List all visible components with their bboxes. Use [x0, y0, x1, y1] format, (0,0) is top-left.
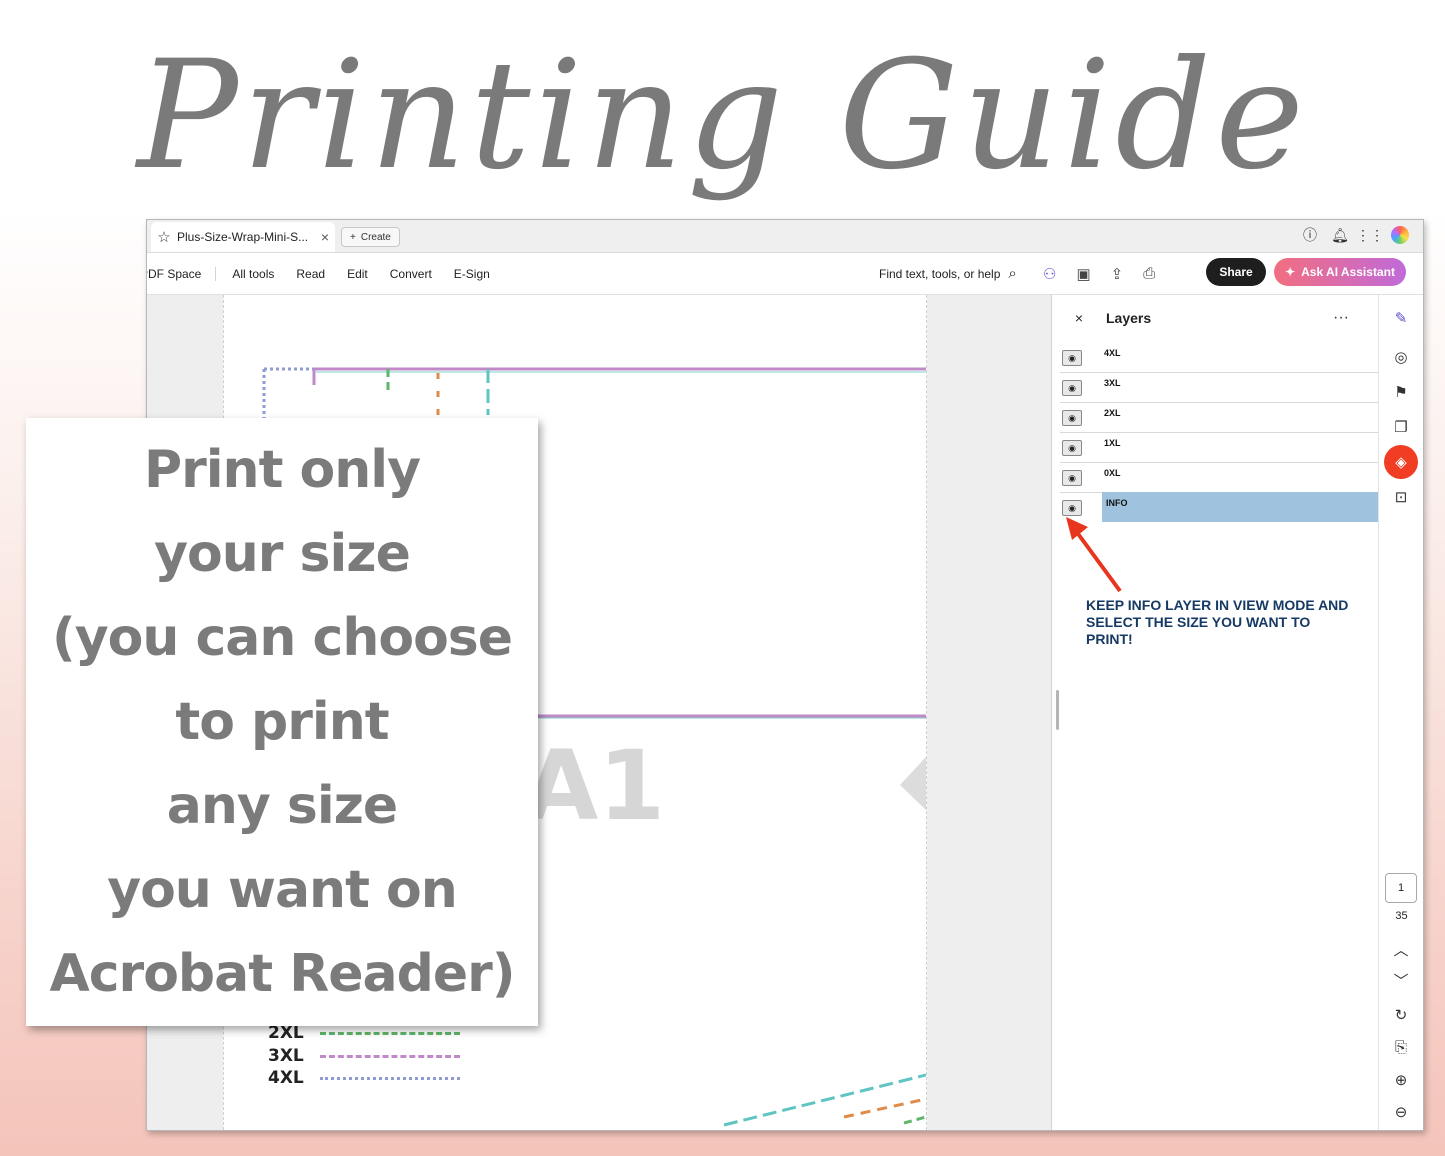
acrobat-toolbar: PDF Space All tools Read Edit Convert E-… [147, 253, 1423, 295]
top-right-icons: ⓘ 🔔︎ ⋮⋮ [1301, 226, 1409, 244]
size-legend-label: 4XL [268, 1068, 304, 1088]
lock-icon[interactable]: ⊡ [1390, 486, 1412, 508]
share-button[interactable]: Share [1206, 258, 1266, 286]
plus-icon: + [350, 231, 356, 243]
compare-icon[interactable]: ⚇ [1043, 265, 1056, 283]
ask-ai-assistant-button[interactable]: ✦ Ask AI Assistant [1274, 258, 1406, 286]
create-button[interactable]: + Create [341, 227, 400, 247]
size-legend-line [319, 1076, 460, 1080]
ask-ai-label: Ask AI Assistant [1301, 265, 1395, 279]
zoom-out-icon[interactable]: ⊖ [1390, 1101, 1412, 1123]
help-icon[interactable]: ⓘ [1301, 226, 1319, 244]
print-instruction-callout: Print only your size (you can choose to … [26, 418, 538, 1026]
create-label: Create [360, 231, 391, 243]
close-tab-icon[interactable]: × [315, 229, 335, 245]
panel-resize-handle[interactable] [1056, 690, 1059, 730]
bell-icon[interactable]: 🔔︎ [1331, 226, 1349, 244]
menu-e-sign[interactable]: E-Sign [454, 267, 490, 281]
size-legend-line [319, 1054, 460, 1058]
pdf-space-link[interactable]: PDF Space [147, 266, 217, 281]
browser-tab-bar: ☆ Plus-Size-Wrap-Mini-S... × + Create ⓘ … [147, 220, 1423, 253]
right-tool-rail: ✎ ◎ ⚑ ❐ ◈ ⊡ 1 35 ︿ ﹀ ↻ ⎘ ⊕ ⊖ [1378, 295, 1423, 1130]
star-icon[interactable]: ☆ [151, 228, 177, 246]
bookmark-icon[interactable]: ⚑ [1390, 381, 1412, 403]
size-legend-label: 3XL [268, 1046, 304, 1066]
info-layer-note: KEEP INFO LAYER IN VIEW MODE AND SELECT … [1086, 597, 1349, 647]
printing-guide-headline: Printing Guide [137, 29, 1308, 203]
size-legend-row: 3XL [268, 1046, 460, 1066]
menu-read[interactable]: Read [296, 267, 325, 281]
rotate-icon[interactable]: ↻ [1390, 1004, 1412, 1026]
size-legend-row: 4XL [268, 1068, 460, 1088]
ai-summary-icon[interactable]: ✎ [1390, 307, 1412, 329]
upload-cloud-icon[interactable]: ⇪ [1111, 265, 1124, 283]
red-arrow-icon [1066, 517, 1122, 593]
comment-icon[interactable]: ◎ [1390, 346, 1412, 368]
current-page-input[interactable]: 1 [1385, 873, 1417, 903]
pattern-piece-label: A1 [524, 730, 666, 842]
chevron-up-icon[interactable]: ︿ [1390, 938, 1412, 960]
pages-icon[interactable]: ❐ [1390, 416, 1412, 438]
search-icon[interactable]: ⌕ [1008, 265, 1016, 282]
menu-all-tools[interactable]: All tools [232, 267, 274, 281]
layers-icon[interactable]: ◈ [1384, 445, 1418, 479]
layers-panel: × Layers ··· ◉ 4XL ◉ 3XL ◉ 2XL ◉ 1XL ◉ 0… [1051, 295, 1379, 1130]
find-bar[interactable]: Find text, tools, or help ⌕ [879, 253, 1017, 294]
size-legend-line [319, 1031, 460, 1035]
toolbar-icons: ⚇ ▣ ⇪ ⎙ [1043, 253, 1155, 294]
callout-text: Print only your size (you can choose to … [49, 440, 515, 1004]
profile-avatar-icon[interactable] [1391, 226, 1409, 244]
menu-convert[interactable]: Convert [390, 267, 432, 281]
zoom-in-icon[interactable]: ⊕ [1390, 1069, 1412, 1091]
menu-edit[interactable]: Edit [347, 267, 368, 281]
fit-page-icon[interactable]: ⎘ [1390, 1036, 1412, 1058]
main-menu: PDF Space All tools Read Edit Convert E-… [147, 253, 512, 294]
print-icon[interactable]: ⎙ [1143, 265, 1155, 282]
chevron-down-icon[interactable]: ﹀ [1390, 969, 1412, 991]
apps-grid-icon[interactable]: ⋮⋮ [1356, 226, 1384, 244]
ai-chat-icon: ✦ [1285, 265, 1296, 279]
save-icon[interactable]: ▣ [1076, 265, 1090, 283]
find-label: Find text, tools, or help [879, 266, 1001, 281]
document-tab[interactable]: ☆ Plus-Size-Wrap-Mini-S... × [151, 222, 335, 252]
total-pages: 35 [1395, 910, 1408, 922]
size-legend-label: 2XL [268, 1023, 304, 1043]
tab-title: Plus-Size-Wrap-Mini-S... [177, 230, 309, 244]
size-legend-row: 2XL [268, 1023, 460, 1043]
